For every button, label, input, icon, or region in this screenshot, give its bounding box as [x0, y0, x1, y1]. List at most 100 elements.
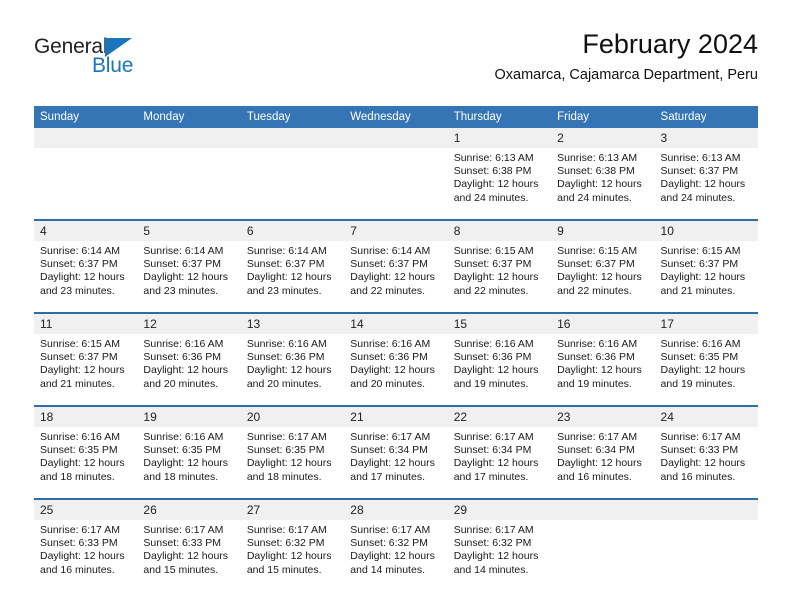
sunrise-text: Sunrise: 6:14 AM — [246, 245, 327, 257]
day-number: 7 — [344, 219, 448, 241]
daylight-text: Daylight: 12 hours and 18 minutes. — [40, 457, 125, 483]
daylight-text: Daylight: 12 hours and 18 minutes. — [246, 457, 332, 483]
sunrise-text: Sunrise: 6:16 AM — [246, 338, 327, 350]
sunrise-text: Sunrise: 6:14 AM — [143, 245, 224, 257]
sunset-text: Sunset: 6:37 PM — [453, 258, 532, 271]
day-detail-row: Sunrise: 6:14 AM Sunset: 6:37 PM Daylight:… — [34, 241, 758, 313]
day-detail-row: Sunrise: 6:17 AM Sunset: 6:33 PM Daylight:… — [34, 520, 758, 592]
day-number: 21 — [344, 405, 448, 427]
location-subtitle: Oxamarca, Cajamarca Department, Peru — [494, 67, 758, 83]
sunset-text: Sunset: 6:37 PM — [40, 258, 118, 271]
day-cell[interactable]: Sunrise: 6:16 AM Sunset: 6:36 PM Daylight:… — [240, 334, 345, 406]
day-cell[interactable] — [34, 148, 138, 220]
day-cell[interactable]: Sunrise: 6:14 AM Sunset: 6:37 PM Daylight:… — [240, 241, 345, 313]
daylight-text: Daylight: 12 hours and 20 minutes. — [350, 364, 435, 390]
day-number: 8 — [447, 219, 552, 241]
day-cell[interactable]: Sunrise: 6:16 AM Sunset: 6:36 PM Daylight:… — [344, 334, 448, 406]
day-cell[interactable]: Sunrise: 6:17 AM Sunset: 6:32 PM Daylight:… — [447, 520, 552, 592]
sunrise-text: Sunrise: 6:14 AM — [350, 245, 431, 257]
daylight-text: Daylight: 12 hours and 17 minutes. — [453, 457, 539, 483]
sunrise-text: Sunrise: 6:17 AM — [660, 431, 741, 443]
daylight-text: Daylight: 12 hours and 19 minutes. — [557, 364, 642, 390]
sunrise-text: Sunrise: 6:16 AM — [557, 338, 638, 350]
daylight-text: Daylight: 12 hours and 16 minutes. — [40, 550, 125, 576]
day-cell[interactable]: Sunrise: 6:16 AM Sunset: 6:36 PM Daylight:… — [137, 334, 241, 406]
day-cell[interactable]: Sunrise: 6:17 AM Sunset: 6:33 PM Daylight:… — [137, 520, 241, 592]
day-cell[interactable]: Sunrise: 6:15 AM Sunset: 6:37 PM Daylight:… — [654, 241, 758, 313]
day-cell[interactable]: Sunrise: 6:15 AM Sunset: 6:37 PM Daylight:… — [551, 241, 655, 313]
day-number: 27 — [240, 498, 345, 520]
day-number-row: 1 2 3 — [34, 128, 758, 148]
day-cell[interactable]: Sunrise: 6:13 AM Sunset: 6:37 PM Daylight:… — [654, 148, 758, 220]
page-header: General Blue February 2024 Oxamarca, Caj… — [34, 28, 758, 102]
day-cell[interactable]: Sunrise: 6:14 AM Sunset: 6:37 PM Daylight:… — [344, 241, 448, 313]
sunset-text: Sunset: 6:37 PM — [143, 258, 222, 271]
daylight-text: Daylight: 12 hours and 15 minutes. — [143, 550, 229, 576]
day-number-row: 25 26 27 28 29 — [34, 498, 758, 520]
generalblue-logo[interactable]: General Blue — [34, 36, 224, 88]
day-cell[interactable] — [137, 148, 241, 220]
sunrise-text: Sunrise: 6:17 AM — [40, 524, 120, 536]
day-cell[interactable]: Sunrise: 6:17 AM Sunset: 6:32 PM Daylight:… — [240, 520, 345, 592]
day-cell[interactable]: Sunrise: 6:17 AM Sunset: 6:33 PM Daylight:… — [654, 427, 758, 499]
day-cell[interactable]: Sunrise: 6:13 AM Sunset: 6:38 PM Daylight:… — [447, 148, 552, 220]
sunset-text: Sunset: 6:37 PM — [557, 258, 635, 271]
sunrise-text: Sunrise: 6:13 AM — [557, 152, 638, 164]
day-cell[interactable] — [551, 520, 655, 592]
day-cell[interactable]: Sunrise: 6:15 AM Sunset: 6:37 PM Daylight:… — [34, 334, 138, 406]
day-number: 4 — [34, 219, 138, 241]
day-cell[interactable] — [240, 148, 345, 220]
day-number — [654, 498, 758, 520]
sunset-text: Sunset: 6:34 PM — [453, 444, 532, 457]
day-cell[interactable]: Sunrise: 6:16 AM Sunset: 6:35 PM Daylight:… — [654, 334, 758, 406]
day-cell[interactable]: Sunrise: 6:13 AM Sunset: 6:38 PM Daylight:… — [551, 148, 655, 220]
sunrise-text: Sunrise: 6:15 AM — [40, 338, 120, 350]
sunrise-text: Sunrise: 6:13 AM — [453, 152, 534, 164]
day-cell[interactable] — [654, 520, 758, 592]
day-number: 2 — [551, 128, 655, 148]
sunrise-text: Sunrise: 6:17 AM — [350, 524, 431, 536]
day-number: 24 — [654, 405, 758, 427]
sunrise-text: Sunrise: 6:15 AM — [557, 245, 638, 257]
day-detail-row: Sunrise: 6:13 AM Sunset: 6:38 PM Daylight:… — [34, 148, 758, 220]
sunset-text: Sunset: 6:38 PM — [453, 165, 532, 178]
day-number: 1 — [447, 128, 552, 148]
day-number-row: 18 19 20 21 22 23 24 — [34, 405, 758, 427]
day-cell[interactable]: Sunrise: 6:14 AM Sunset: 6:37 PM Daylight:… — [34, 241, 138, 313]
sunset-text: Sunset: 6:32 PM — [453, 537, 532, 550]
sunrise-text: Sunrise: 6:13 AM — [660, 152, 741, 164]
day-number: 13 — [240, 312, 345, 334]
sunrise-text: Sunrise: 6:15 AM — [660, 245, 741, 257]
day-number: 5 — [137, 219, 241, 241]
daylight-text: Daylight: 12 hours and 24 minutes. — [453, 178, 539, 204]
sunrise-text: Sunrise: 6:17 AM — [350, 431, 431, 443]
day-cell[interactable]: Sunrise: 6:17 AM Sunset: 6:33 PM Daylight:… — [34, 520, 138, 592]
day-number: 18 — [34, 405, 138, 427]
sunrise-text: Sunrise: 6:16 AM — [143, 338, 224, 350]
day-cell[interactable]: Sunrise: 6:16 AM Sunset: 6:36 PM Daylight:… — [447, 334, 552, 406]
day-cell[interactable] — [344, 148, 448, 220]
day-cell[interactable]: Sunrise: 6:17 AM Sunset: 6:32 PM Daylight:… — [344, 520, 448, 592]
day-number: 20 — [240, 405, 345, 427]
sunrise-text: Sunrise: 6:17 AM — [453, 524, 534, 536]
sunset-text: Sunset: 6:36 PM — [453, 351, 532, 364]
day-cell[interactable]: Sunrise: 6:16 AM Sunset: 6:35 PM Daylight:… — [34, 427, 138, 499]
sunset-text: Sunset: 6:36 PM — [350, 351, 428, 364]
day-cell[interactable]: Sunrise: 6:16 AM Sunset: 6:36 PM Daylight:… — [551, 334, 655, 406]
daylight-text: Daylight: 12 hours and 14 minutes. — [350, 550, 435, 576]
daylight-text: Daylight: 12 hours and 17 minutes. — [350, 457, 435, 483]
day-number — [240, 128, 345, 148]
day-cell[interactable]: Sunrise: 6:17 AM Sunset: 6:34 PM Daylight:… — [447, 427, 552, 499]
day-cell[interactable]: Sunrise: 6:17 AM Sunset: 6:34 PM Daylight:… — [551, 427, 655, 499]
sunrise-text: Sunrise: 6:16 AM — [143, 431, 224, 443]
day-detail-row: Sunrise: 6:16 AM Sunset: 6:35 PM Daylight:… — [34, 427, 758, 499]
day-cell[interactable]: Sunrise: 6:14 AM Sunset: 6:37 PM Daylight:… — [137, 241, 241, 313]
day-cell[interactable]: Sunrise: 6:15 AM Sunset: 6:37 PM Daylight:… — [447, 241, 552, 313]
day-cell[interactable]: Sunrise: 6:17 AM Sunset: 6:34 PM Daylight:… — [344, 427, 448, 499]
day-number: 26 — [137, 498, 241, 520]
sunset-text: Sunset: 6:35 PM — [660, 351, 739, 364]
sunset-text: Sunset: 6:32 PM — [246, 537, 325, 550]
sunrise-text: Sunrise: 6:17 AM — [246, 431, 327, 443]
day-cell[interactable]: Sunrise: 6:17 AM Sunset: 6:35 PM Daylight:… — [240, 427, 345, 499]
day-cell[interactable]: Sunrise: 6:16 AM Sunset: 6:35 PM Daylight:… — [137, 427, 241, 499]
